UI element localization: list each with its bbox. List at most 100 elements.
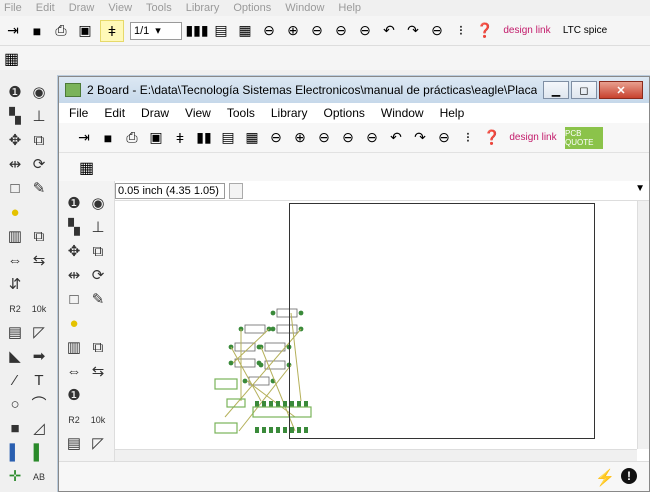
zoom-out-icon[interactable]: ⊖ xyxy=(308,20,326,42)
menu-options[interactable]: Options xyxy=(324,106,365,120)
bars-icon[interactable]: ▮▮ xyxy=(195,127,213,149)
eye-icon[interactable]: ◉ xyxy=(89,195,107,213)
gateswap-icon[interactable]: ⇆ xyxy=(89,363,107,381)
cut-icon[interactable]: ǂ xyxy=(171,127,189,149)
save-icon[interactable]: ■ xyxy=(28,20,46,42)
board-icon[interactable]: ▦ xyxy=(236,20,254,42)
layer-icon[interactable]: ▚ xyxy=(65,219,83,237)
minimize-button[interactable]: ▁ xyxy=(543,81,569,99)
info-icon[interactable]: ❶ xyxy=(6,84,24,102)
rotate-icon[interactable]: ⟳ xyxy=(89,267,107,285)
layer-icon[interactable]: ▚ xyxy=(6,108,24,126)
rotate-icon[interactable]: ⟳ xyxy=(30,156,48,174)
eye-icon[interactable]: ◉ xyxy=(30,84,48,102)
change-icon[interactable]: ✎ xyxy=(89,291,107,309)
miter-icon[interactable]: ◸ xyxy=(89,435,107,453)
delete-icon[interactable]: ▥ xyxy=(6,228,24,246)
drc-ok-icon[interactable]: ⚡ xyxy=(595,468,615,488)
back-menu-window[interactable]: Window xyxy=(285,2,324,14)
help-icon[interactable]: ❓ xyxy=(476,20,494,42)
window-titlebar[interactable]: 2 Board - E:\data\Tecnología Sistemas El… xyxy=(59,77,649,103)
cam-icon[interactable]: ▣ xyxy=(76,20,94,42)
group-icon[interactable]: □ xyxy=(6,180,24,198)
back-menu-library[interactable]: Library xyxy=(186,2,220,14)
back-menu-help[interactable]: Help xyxy=(338,2,361,14)
copy-icon[interactable]: ⧉ xyxy=(89,243,107,261)
print-icon[interactable]: ⎙ xyxy=(52,20,70,42)
redo-icon[interactable]: ↷ xyxy=(411,127,429,149)
group-icon[interactable]: □ xyxy=(65,291,83,309)
zoom-last-icon[interactable]: ⊖ xyxy=(356,20,374,42)
zoom-in-icon[interactable]: ⊕ xyxy=(284,20,302,42)
junction-icon[interactable]: ✛ xyxy=(6,468,24,486)
move-icon[interactable]: ✥ xyxy=(65,243,83,261)
add-icon[interactable]: ⧉ xyxy=(30,228,48,246)
zoom-fit-icon[interactable]: ⊖ xyxy=(267,127,285,149)
route-icon[interactable]: ➡ xyxy=(30,348,48,366)
board-icon[interactable]: ▦ xyxy=(243,127,261,149)
menu-library[interactable]: Library xyxy=(271,106,308,120)
go-icon[interactable]: ⁝ xyxy=(459,127,477,149)
menu-draw[interactable]: Draw xyxy=(141,106,169,120)
chevron-down-icon[interactable]: ▼ xyxy=(635,183,645,194)
undo-icon[interactable]: ↶ xyxy=(380,20,398,42)
text-icon[interactable]: T xyxy=(30,372,48,390)
zoom-last-icon[interactable]: ⊖ xyxy=(363,127,381,149)
stop-icon[interactable]: ⊖ xyxy=(428,20,446,42)
replace-icon[interactable]: ⇵ xyxy=(6,276,24,294)
split-icon[interactable]: ▤ xyxy=(65,435,83,453)
paste-icon[interactable]: ● xyxy=(6,204,24,222)
open-icon[interactable]: ⇥ xyxy=(75,127,93,149)
label-icon[interactable]: AB xyxy=(30,468,48,486)
design-link-logo[interactable]: design link xyxy=(500,20,554,42)
circle-icon[interactable]: ○ xyxy=(6,396,24,414)
stop-command-icon[interactable]: ! xyxy=(621,468,637,484)
menu-edit[interactable]: Edit xyxy=(104,106,125,120)
delete-icon[interactable]: ▥ xyxy=(65,339,83,357)
horizontal-scrollbar[interactable] xyxy=(115,449,637,461)
undo-icon[interactable]: ↶ xyxy=(387,127,405,149)
zoom-fit-icon[interactable]: ⊖ xyxy=(260,20,278,42)
zoom-in-icon[interactable]: ⊕ xyxy=(291,127,309,149)
grid-icon[interactable]: ▦ xyxy=(4,49,22,68)
ltc-spice-logo[interactable]: LTC spice xyxy=(560,20,610,42)
bars-icon[interactable]: ▮▮▮ xyxy=(185,20,208,42)
polygon-icon[interactable]: ◿ xyxy=(30,420,48,438)
menu-file[interactable]: File xyxy=(69,106,88,120)
cut-icon[interactable]: ǂ xyxy=(100,19,124,42)
design-link-logo[interactable]: design link xyxy=(507,127,559,149)
copy-icon[interactable]: ⧉ xyxy=(30,132,48,150)
sch-icon[interactable]: ▤ xyxy=(212,20,230,42)
name-icon[interactable]: R2 xyxy=(6,300,24,318)
back-menu-edit[interactable]: Edit xyxy=(36,2,55,14)
maximize-button[interactable]: ◻ xyxy=(571,81,597,99)
add-icon[interactable]: ⧉ xyxy=(89,339,107,357)
sch-icon[interactable]: ▤ xyxy=(219,127,237,149)
rect-icon[interactable]: ■ xyxy=(6,420,24,438)
grid-icon[interactable]: ▦ xyxy=(79,158,94,178)
coordinate-button[interactable] xyxy=(229,183,243,199)
split-icon[interactable]: ▤ xyxy=(6,324,24,342)
print-icon[interactable]: ⎙ xyxy=(123,127,141,149)
mirror-icon[interactable]: ⇹ xyxy=(6,156,24,174)
menu-tools[interactable]: Tools xyxy=(227,106,255,120)
change-icon[interactable]: ✎ xyxy=(30,180,48,198)
mark-icon[interactable]: ⊥ xyxy=(89,219,107,237)
pinswap-icon[interactable]: ⇔ xyxy=(6,252,24,270)
value-icon[interactable]: 10k xyxy=(30,300,48,318)
redo-icon[interactable]: ↷ xyxy=(404,20,422,42)
zoom-select-icon[interactable]: ⊖ xyxy=(332,20,350,42)
lock-icon[interactable]: ❶ xyxy=(65,387,83,405)
close-button[interactable]: ✕ xyxy=(599,81,643,99)
save-icon[interactable]: ■ xyxy=(99,127,117,149)
back-menu-tools[interactable]: Tools xyxy=(146,2,172,14)
signal-icon[interactable]: ▌ xyxy=(30,444,48,462)
mirror-icon[interactable]: ⇹ xyxy=(65,267,83,285)
back-menu-options[interactable]: Options xyxy=(233,2,271,14)
stop-icon[interactable]: ⊖ xyxy=(435,127,453,149)
cam-icon[interactable]: ▣ xyxy=(147,127,165,149)
mark-icon[interactable]: ⊥ xyxy=(30,108,48,126)
board-canvas[interactable] xyxy=(115,201,637,449)
name-icon[interactable]: R2 xyxy=(65,411,83,429)
pcb-quote-logo[interactable]: PCB QUOTE xyxy=(565,126,603,149)
